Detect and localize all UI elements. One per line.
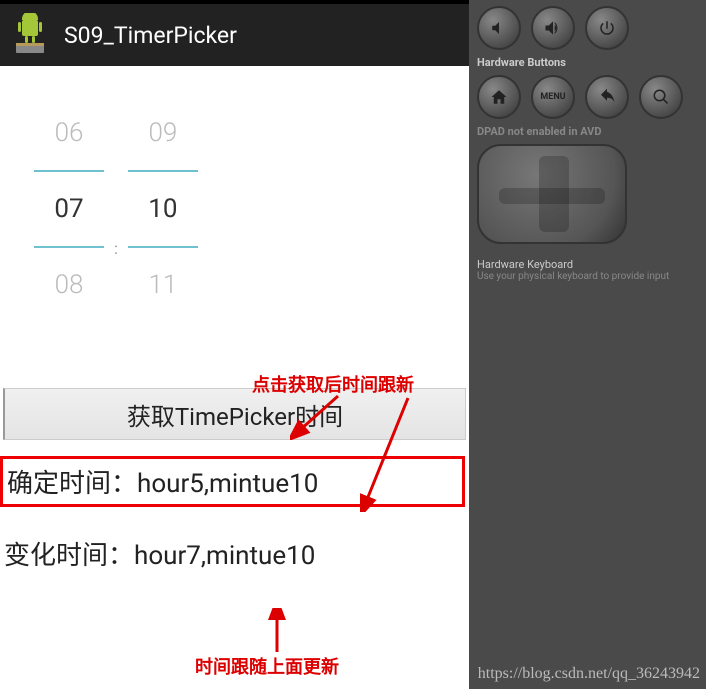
hour-column[interactable]: 06 07 08	[30, 96, 108, 322]
search-button[interactable]	[639, 75, 683, 119]
keyboard-subtitle: Use your physical keyboard to provide in…	[477, 271, 698, 282]
action-bar: S09_TimerPicker	[0, 4, 469, 66]
changed-time-text: 变化时间：hour7,mintue10	[0, 527, 465, 580]
arrow-icon	[290, 390, 350, 440]
time-colon: :	[108, 211, 124, 285]
minute-column[interactable]: 09 10 11	[124, 96, 202, 322]
volume-up-button[interactable]	[531, 6, 575, 50]
minute-next: 11	[128, 248, 198, 322]
volume-down-button[interactable]	[477, 6, 521, 50]
home-button[interactable]	[477, 75, 521, 119]
keyboard-title: Hardware Keyboard	[477, 258, 698, 271]
android-icon	[10, 13, 50, 57]
hour-next: 08	[34, 248, 104, 322]
back-button[interactable]	[585, 75, 629, 119]
arrow-icon	[360, 392, 420, 512]
app-title: S09_TimerPicker	[64, 22, 237, 49]
hour-selected[interactable]: 07	[34, 172, 104, 246]
minute-selected[interactable]: 10	[128, 172, 198, 246]
hour-prev: 06	[34, 96, 104, 170]
time-picker[interactable]: 06 07 08 : 09 10 11	[0, 66, 469, 332]
emulator-side-panel: Hardware Buttons MENU DPAD not enabled i…	[469, 0, 706, 689]
menu-button[interactable]: MENU	[531, 75, 575, 119]
dpad-label: DPAD not enabled in AVD	[477, 125, 698, 138]
arrow-icon	[262, 608, 292, 658]
watermark: https://blog.csdn.net/qq_36243942	[478, 665, 700, 683]
power-button[interactable]	[585, 6, 629, 50]
hw-buttons-label: Hardware Buttons	[477, 56, 698, 69]
minute-prev: 09	[128, 96, 198, 170]
dpad[interactable]	[477, 144, 627, 244]
